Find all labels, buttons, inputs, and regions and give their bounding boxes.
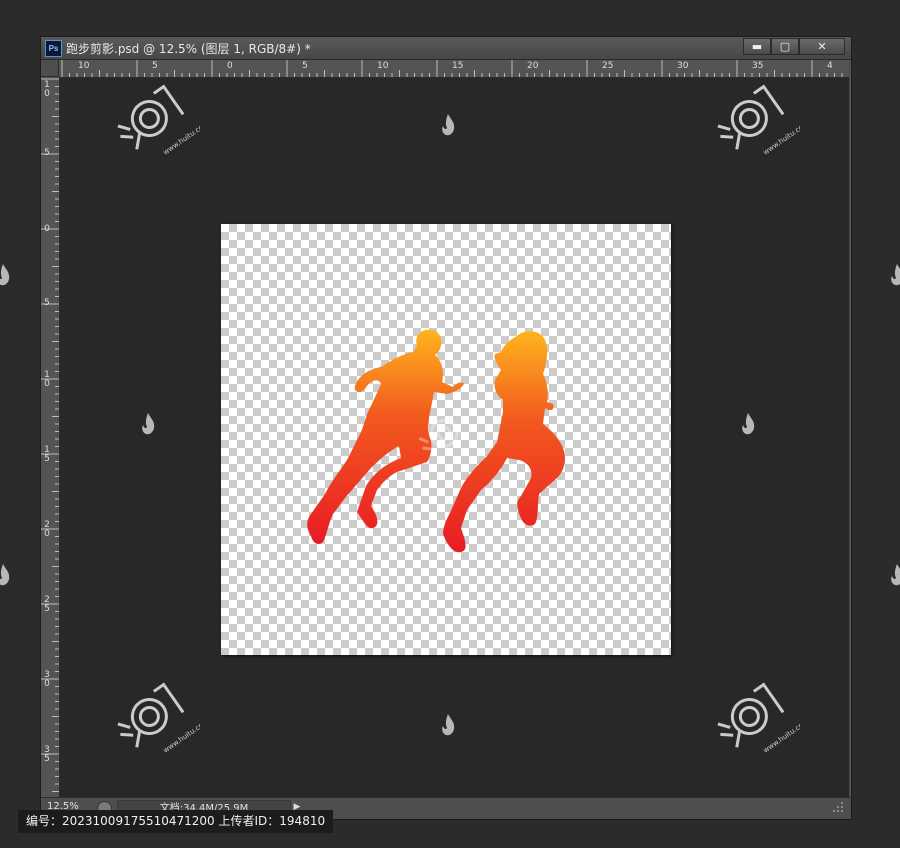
ruler-label: 15 bbox=[44, 445, 50, 464]
ruler-ticks bbox=[41, 78, 59, 792]
ruler-label: 10 bbox=[78, 61, 90, 71]
ruler-label: 4 bbox=[827, 61, 833, 71]
ruler-label: 35 bbox=[44, 745, 50, 764]
watermark-logo-icon: www.huitu.com bbox=[117, 682, 200, 755]
ruler-label: 10 bbox=[44, 370, 50, 389]
horizontal-ruler[interactable]: 10 5 0 5 10 15 20 25 30 35 4 bbox=[59, 60, 849, 78]
resize-grip-icon[interactable] bbox=[831, 800, 845, 814]
watermark-flame-icon bbox=[442, 714, 455, 736]
watermark-flame-icon bbox=[0, 564, 10, 586]
watermark-flame-icon bbox=[742, 413, 755, 435]
ruler-label: 10 bbox=[377, 61, 389, 71]
watermark-url: www.huitu.com bbox=[762, 119, 800, 157]
watermark-flame-icon bbox=[142, 413, 155, 435]
ruler-label: 15 bbox=[452, 61, 464, 71]
ruler-label: 20 bbox=[44, 520, 50, 539]
ruler-label: 30 bbox=[677, 61, 689, 71]
image-id-footer: 编号：20231009175510471200 上传者ID：194810 bbox=[18, 810, 334, 833]
ruler-label: 0 bbox=[44, 224, 50, 234]
maximize-button[interactable]: ▢ bbox=[771, 38, 799, 55]
ruler-label: 30 bbox=[44, 670, 50, 689]
ruler-label: 10 bbox=[44, 80, 50, 99]
ruler-label: 20 bbox=[527, 61, 539, 71]
ruler-label: 5 bbox=[152, 61, 158, 71]
close-button[interactable]: ✕ bbox=[799, 38, 845, 55]
ruler-label: 35 bbox=[752, 61, 764, 71]
watermark-flame-icon bbox=[0, 264, 10, 286]
ruler-label: 5 bbox=[44, 298, 50, 308]
ruler-label: 5 bbox=[302, 61, 308, 71]
watermark-url: www.huitu.com bbox=[162, 717, 200, 755]
watermark-logo-icon: www.huitu.com bbox=[117, 84, 200, 157]
watermark-flame-icon bbox=[891, 264, 900, 286]
photoshop-icon: Ps bbox=[45, 40, 62, 57]
ruler-label: 25 bbox=[602, 61, 614, 71]
canvas-watermark-icon bbox=[418, 418, 459, 451]
watermark-url: www.huitu.com bbox=[162, 119, 200, 157]
ruler-label: 25 bbox=[44, 595, 50, 614]
watermark-flame-icon bbox=[891, 564, 900, 586]
ruler-label: 5 bbox=[44, 148, 50, 158]
ruler-label: 0 bbox=[227, 61, 233, 71]
watermark-url: www.huitu.com bbox=[762, 717, 800, 755]
watermark-logo-icon: www.huitu.com bbox=[717, 84, 800, 157]
vertical-ruler[interactable]: 10 5 0 5 10 15 20 25 30 35 bbox=[41, 77, 60, 797]
document-title: 跑步剪影.psd @ 12.5% (图层 1, RGB/8#) * bbox=[66, 42, 311, 56]
watermark-flame-icon bbox=[442, 114, 455, 136]
watermark-logo-icon: www.huitu.com bbox=[717, 682, 800, 755]
title-bar[interactable]: Ps 跑步剪影.psd @ 12.5% (图层 1, RGB/8#) * ▬ ▢… bbox=[41, 37, 851, 60]
minimize-button[interactable]: ▬ bbox=[743, 38, 771, 55]
ruler-origin[interactable] bbox=[41, 60, 59, 77]
